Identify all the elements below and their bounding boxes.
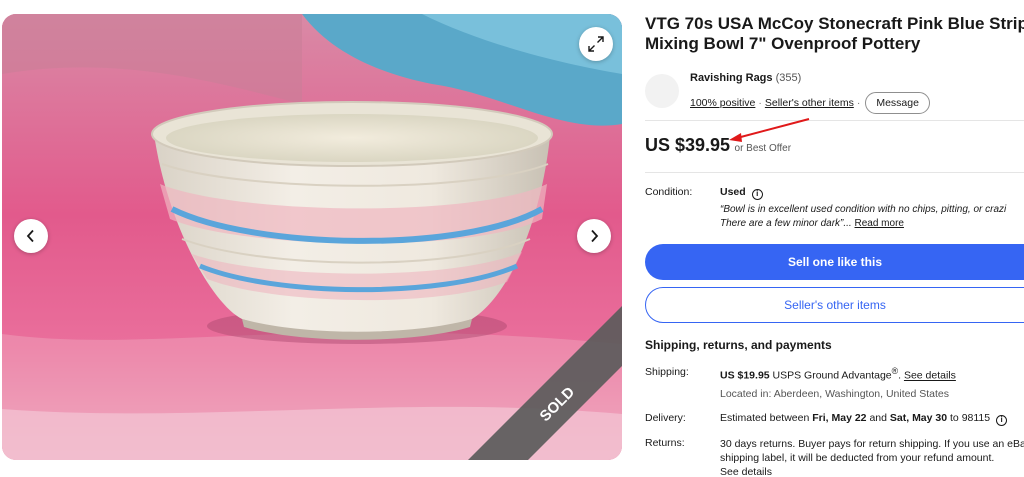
info-icon[interactable]: i <box>751 189 763 200</box>
registered-mark: ® <box>891 366 899 376</box>
chevron-left-icon <box>26 229 34 243</box>
image-gallery[interactable]: SOLD <box>2 14 622 460</box>
chevron-right-icon <box>591 229 599 243</box>
divider <box>645 120 1024 121</box>
separator-dot: · <box>758 97 762 109</box>
returns-line-2: shipping label, it will be deducted from… <box>720 452 995 464</box>
separator-dot: · <box>856 97 861 109</box>
price: US $39.95 <box>645 135 731 155</box>
shipping-cost: US $19.95 <box>720 369 770 382</box>
condition-label: Condition: <box>645 186 693 198</box>
shipping-section-title: Shipping, returns, and payments <box>645 338 832 352</box>
shipping-label: Shipping: <box>645 366 689 378</box>
delivery-end-date: Sat, May 30 <box>889 412 948 424</box>
info-icon[interactable]: i <box>996 415 1008 426</box>
shipping-value: US $19.95 USPS Ground Advantage®. See de… <box>720 366 956 382</box>
expand-image-button[interactable] <box>579 27 613 61</box>
seller-name-row[interactable]: Ravishing Rags (355) <box>690 72 801 84</box>
previous-image-button[interactable] <box>14 219 48 253</box>
listing-title: VTG 70s USA McCoy Stonecraft Pink Blue S… <box>645 14 1024 53</box>
seller-other-items-link[interactable]: Seller's other items <box>765 97 854 109</box>
read-more-link[interactable]: Read more <box>855 218 904 229</box>
delivery-prefix: Estimated between <box>720 412 810 424</box>
seller-feedback-count: (355) <box>775 72 802 84</box>
seller-name[interactable]: Ravishing Rags <box>690 72 773 84</box>
divider <box>645 172 1024 173</box>
shipping-service: USPS Ground Advantage <box>772 369 892 382</box>
shipping-see-details-link[interactable]: See details <box>904 370 956 382</box>
delivery-value: Estimated between Fri, May 22 and Sat, M… <box>720 412 1024 426</box>
condition-description: “Bowl is in excellent used condition wit… <box>720 204 1007 215</box>
message-button[interactable]: Message <box>865 92 930 114</box>
sell-one-like-this-button[interactable]: Sell one like this <box>645 244 1024 280</box>
seller-links: 100% positive · Seller's other items · M… <box>690 92 930 114</box>
item-location: Located in: Aberdeen, Washington, United… <box>720 388 950 400</box>
annotation-arrow <box>729 118 810 142</box>
sellers-other-items-button[interactable]: Seller's other items <box>645 287 1024 323</box>
condition-description-line2: There are a few minor dark”... <box>720 218 852 229</box>
product-photo <box>2 14 622 460</box>
delivery-label: Delivery: <box>645 412 686 424</box>
condition-value-row: Used i <box>720 186 1024 200</box>
seller-positive-link[interactable]: 100% positive <box>690 97 755 109</box>
condition-description-more: There are a few minor dark”... Read more <box>720 217 904 231</box>
seller-card: Ravishing Rags (355) 100% positive · Sel… <box>645 72 1024 114</box>
next-image-button[interactable] <box>577 219 611 253</box>
returns-label: Returns: <box>645 437 685 449</box>
returns-value: 30 days returns. Buyer pays for return s… <box>720 437 1024 477</box>
listing-details: VTG 70s USA McCoy Stonecraft Pink Blue S… <box>645 0 1024 477</box>
returns-see-details[interactable]: See details <box>720 465 1024 477</box>
delivery-zip: to 98115 <box>950 412 991 424</box>
seller-avatar[interactable] <box>645 74 679 108</box>
delivery-start-date: Fri, May 22 <box>812 412 867 424</box>
condition-value: Used <box>720 186 746 198</box>
returns-line-1: 30 days returns. Buyer pays for return s… <box>720 438 1024 450</box>
delivery-and: and <box>869 412 887 424</box>
expand-icon <box>588 36 604 52</box>
